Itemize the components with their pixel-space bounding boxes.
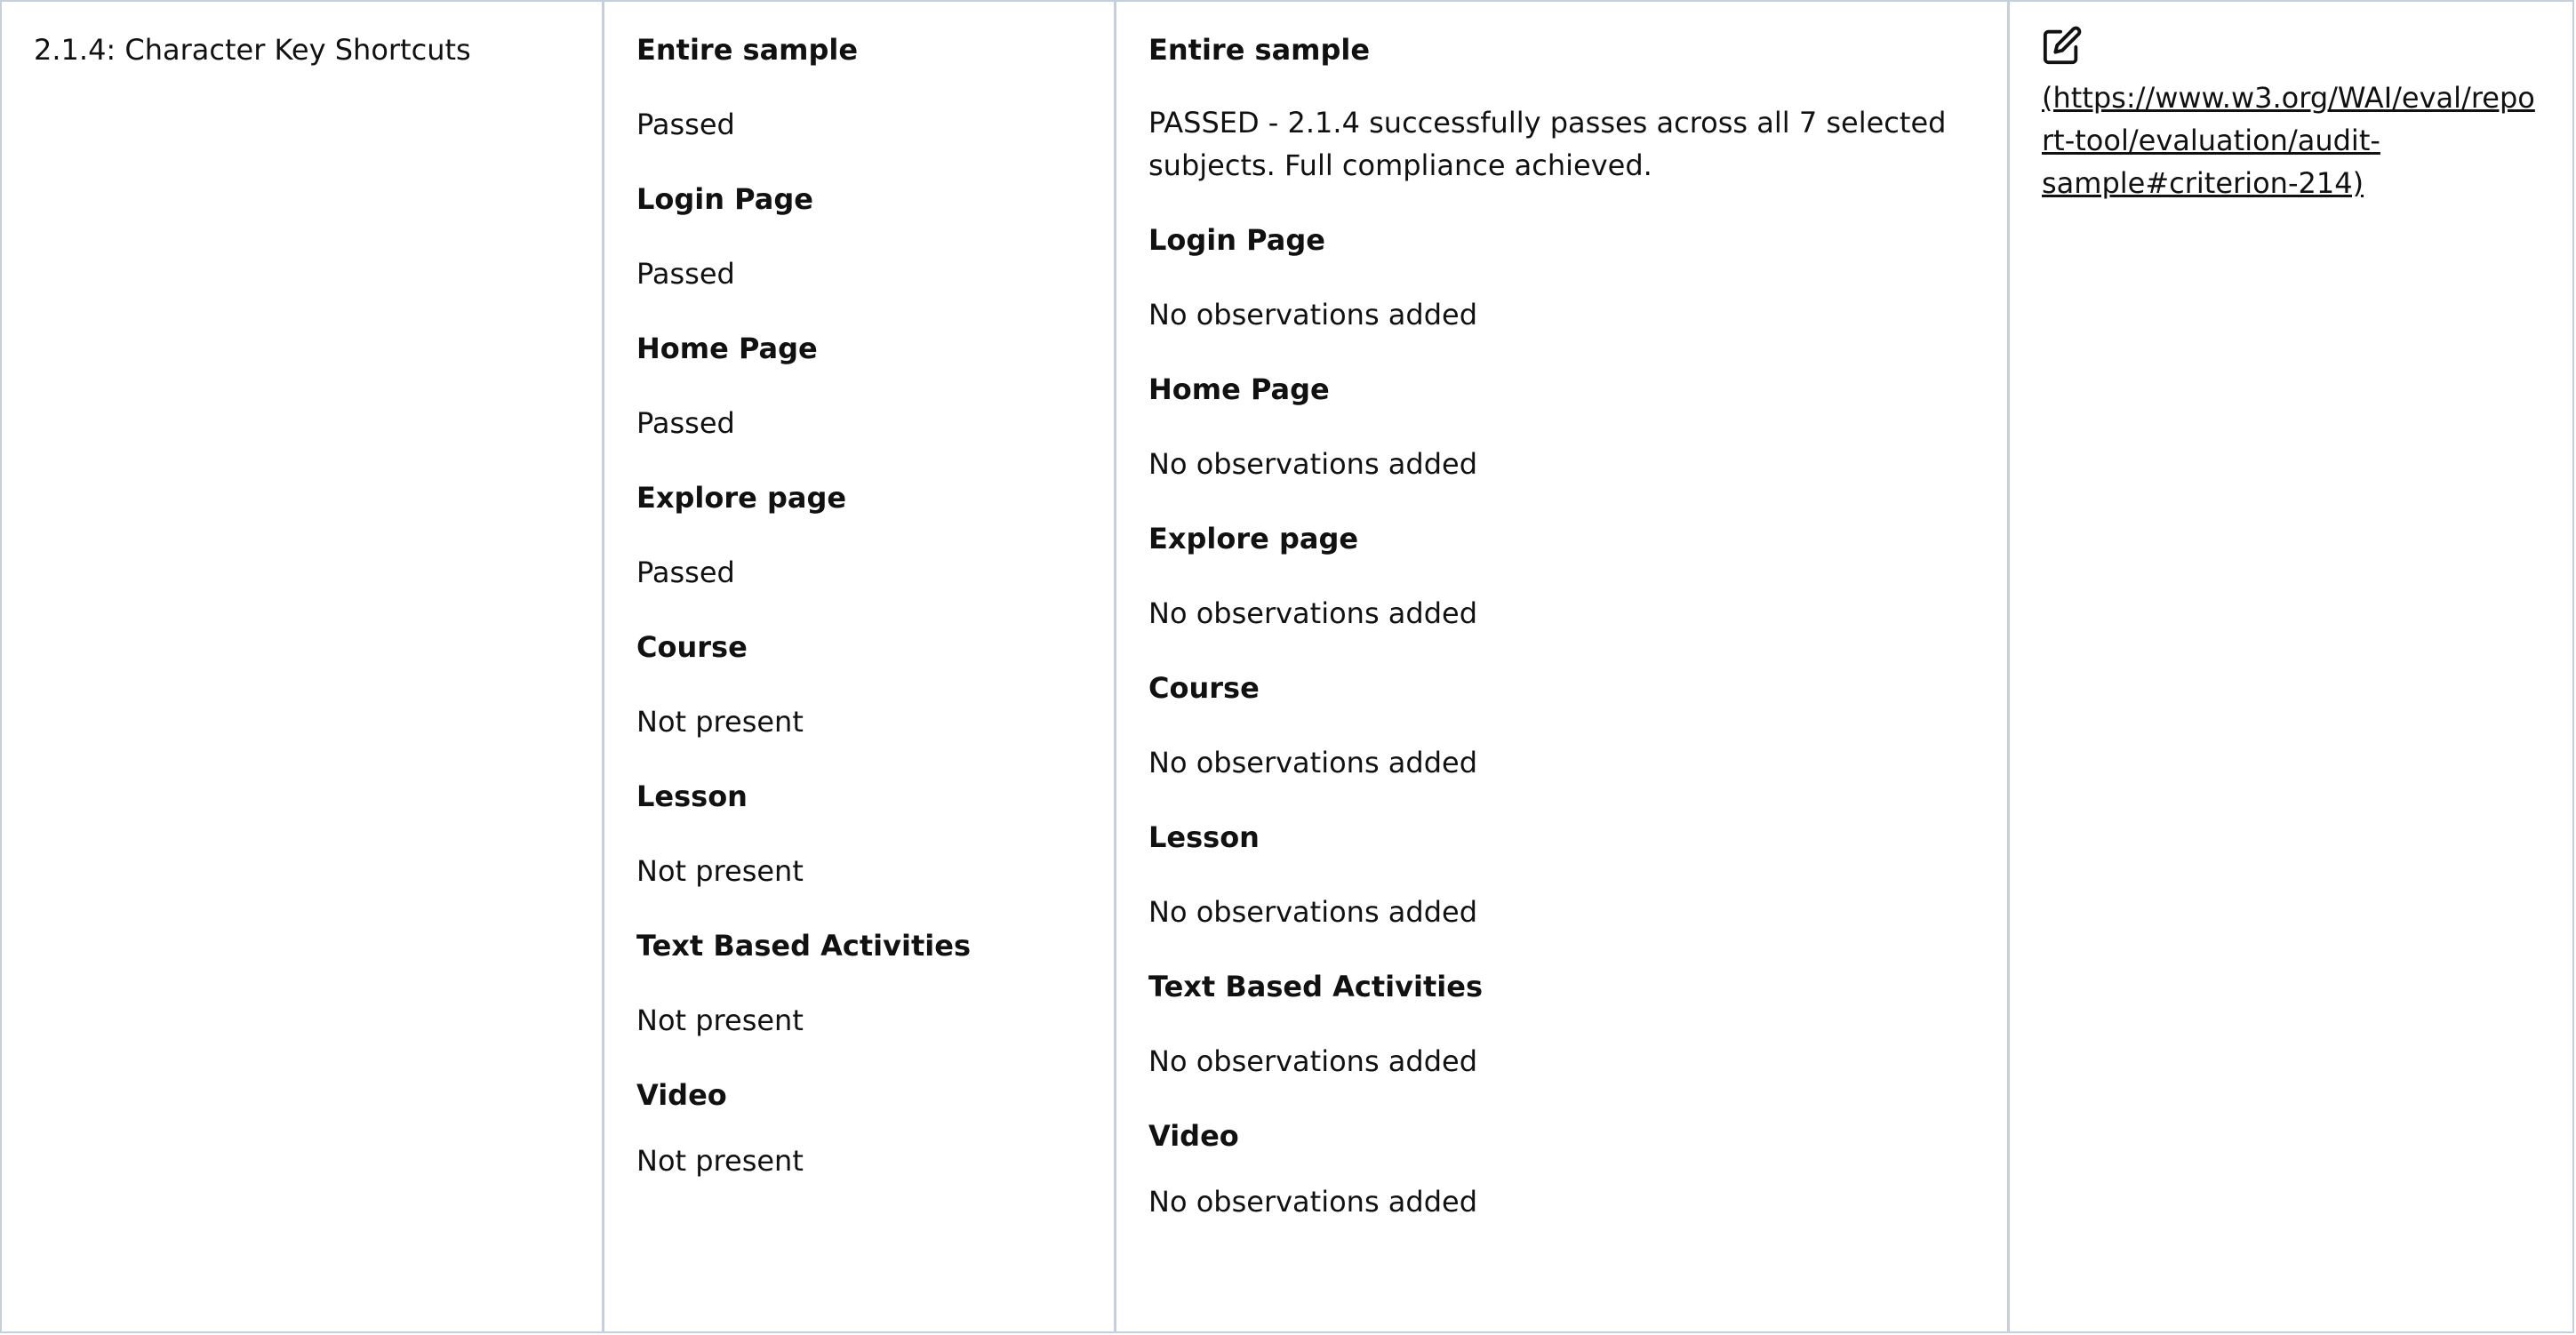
result-entry: Video Not present [636, 1074, 1082, 1182]
observations-list: Entire sample PASSED - 2.1.4 successfull… [1148, 28, 1975, 1223]
result-subject: Explore page [636, 481, 847, 515]
result-subject: Text Based Activities [636, 929, 971, 963]
result-entry: Explore page Passed [636, 476, 1082, 594]
results-list: Entire sample Passed Login Page Passed H… [636, 28, 1082, 1182]
criterion-label: 2.1.4: Character Key Shortcuts [34, 33, 471, 67]
observation-subject: Login Page [1148, 223, 1325, 257]
observation-entry: Login Page No observations added [1148, 219, 1975, 336]
result-subject: Login Page [636, 182, 813, 216]
results-cell: Entire sample Passed Login Page Passed H… [604, 2, 1116, 1331]
result-entry: Entire sample Passed [636, 28, 1082, 146]
criterion-cell: 2.1.4: Character Key Shortcuts [2, 2, 604, 1331]
observation-text: No observations added [1148, 1044, 1478, 1078]
observation-text: No observations added [1148, 596, 1478, 630]
result-subject: Home Page [636, 332, 818, 365]
criterion-row: 2.1.4: Character Key Shortcuts Entire sa… [0, 0, 2574, 1333]
result-subject: Entire sample [636, 33, 859, 67]
observations-cell: Entire sample PASSED - 2.1.4 successfull… [1116, 2, 2010, 1331]
result-outcome: Not present [636, 1003, 804, 1037]
observation-subject: Explore page [1148, 522, 1359, 556]
observation-text: No observations added [1148, 1185, 1478, 1219]
observation-entry: Explore page No observations added [1148, 517, 1975, 635]
result-subject: Course [636, 630, 748, 664]
observation-entry: Course No observations added [1148, 667, 1975, 784]
observation-subject: Entire sample [1148, 33, 1371, 67]
result-outcome: Not present [636, 854, 804, 888]
observation-text: No observations added [1148, 298, 1478, 332]
observation-text: No observations added [1148, 447, 1478, 481]
observation-text: No observations added [1148, 746, 1478, 779]
result-outcome: Passed [636, 556, 735, 589]
observation-subject: Video [1148, 1119, 1239, 1153]
observation-subject: Course [1148, 671, 1260, 705]
result-entry: Text Based Activities Not present [636, 924, 1082, 1042]
criterion-report-link[interactable]: (https://www.w3.org/WAI/eval/report-tool… [2042, 76, 2546, 204]
observation-subject: Home Page [1148, 372, 1330, 406]
result-outcome: Passed [636, 406, 735, 440]
observation-entry: Lesson No observations added [1148, 816, 1975, 933]
observation-entry: Entire sample PASSED - 2.1.4 successfull… [1148, 28, 1975, 187]
result-outcome: Passed [636, 257, 735, 291]
result-outcome: Passed [636, 108, 735, 141]
observation-entry: Text Based Activities No observations ad… [1148, 965, 1975, 1083]
result-subject: Video [636, 1078, 727, 1112]
edit-cell: (https://www.w3.org/WAI/eval/report-tool… [2010, 2, 2572, 1331]
observation-text: PASSED - 2.1.4 successfully passes acros… [1148, 106, 1947, 182]
observation-subject: Text Based Activities [1148, 970, 1483, 1003]
result-entry: Login Page Passed [636, 178, 1082, 295]
observation-text: No observations added [1148, 895, 1478, 929]
result-outcome: Not present [636, 705, 804, 739]
observation-entry: Home Page No observations added [1148, 368, 1975, 485]
result-entry: Lesson Not present [636, 775, 1082, 892]
edit-icon[interactable] [2042, 25, 2083, 66]
result-entry: Course Not present [636, 626, 1082, 743]
result-entry: Home Page Passed [636, 327, 1082, 444]
edit-link-wrap[interactable]: (https://www.w3.org/WAI/eval/report-tool… [2042, 25, 2546, 204]
observation-subject: Lesson [1148, 820, 1260, 854]
observation-entry: Video No observations added [1148, 1115, 1975, 1223]
result-outcome: Not present [636, 1144, 804, 1178]
result-subject: Lesson [636, 779, 748, 813]
